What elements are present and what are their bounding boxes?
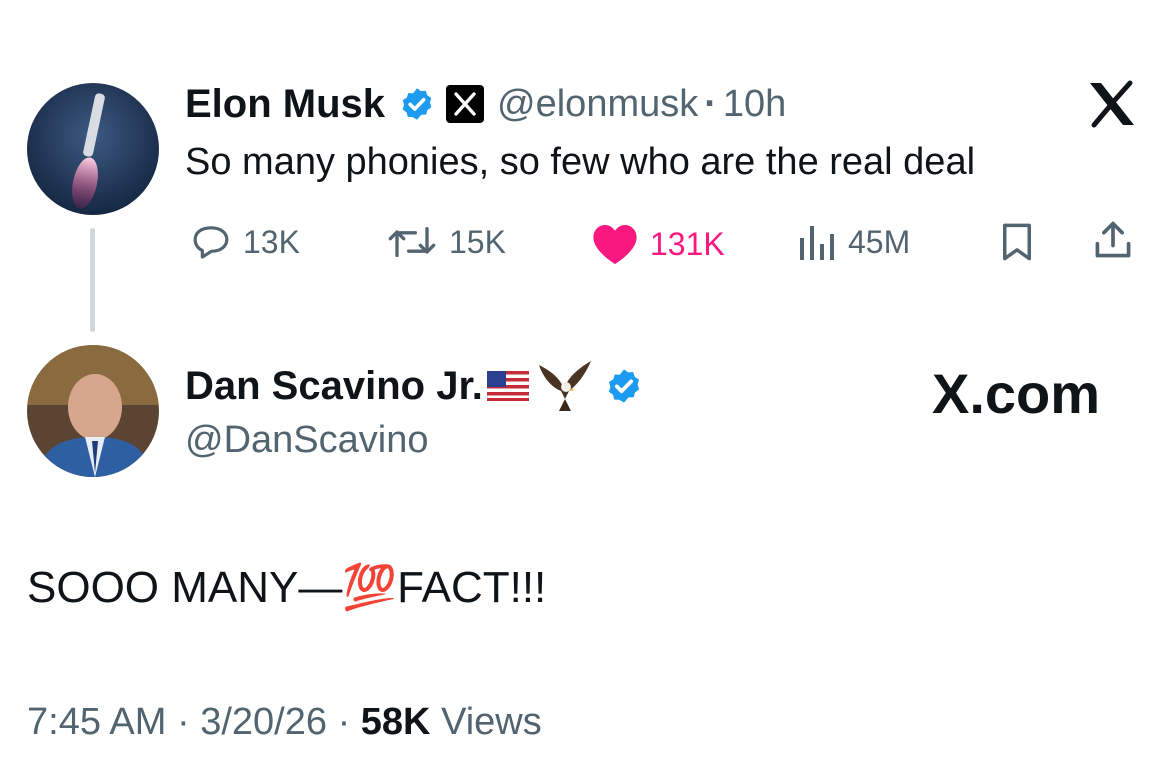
author-name-dan[interactable]: Dan Scavino Jr. [185,366,483,406]
footer-date[interactable]: 3/20/26 [200,701,327,743]
analytics-bar-icon [800,226,834,260]
footer-views-label: Views [441,701,542,743]
repost-count: 15K [449,224,506,260]
x-logo-icon[interactable] [1086,80,1138,128]
verified-badge-icon [402,88,432,120]
view-count: 45M [848,224,911,260]
footer-separator: · [176,701,190,743]
author-name-elon[interactable]: Elon Musk [185,84,385,124]
tweet-text-elon: So many phonies, so few who are the real… [185,141,976,183]
eagle-icon [538,361,591,411]
avatar-dan[interactable] [27,345,159,477]
share-icon[interactable] [1091,218,1135,262]
views-button[interactable]: 45M [798,222,910,262]
like-button[interactable]: 131K [590,222,725,266]
x-affiliate-badge-icon [446,85,485,123]
like-count: 131K [650,226,725,262]
heart-icon [593,225,637,264]
tweet-time[interactable]: 10h [723,85,786,123]
thread-connector-line [90,228,95,332]
footer-separator: · [337,701,351,743]
author-handle-dan[interactable]: @DanScavino [185,421,428,459]
reply-button[interactable]: 13K [189,222,300,262]
tweet-text-dan: SOOO MANY—💯FACT!!! [27,563,547,612]
meta-separator: · [704,83,717,125]
repost-button[interactable]: 15K [385,222,506,262]
avatar-elon[interactable] [27,83,159,215]
author-handle-elon[interactable]: @elonmusk [497,85,698,123]
rocket-avatar-image [27,83,159,215]
verified-badge-icon [608,369,640,403]
footer-views-count[interactable]: 58K [361,701,431,743]
us-flag-icon [486,371,529,401]
portrait-avatar-image [27,345,159,477]
footer-time[interactable]: 7:45 AM [27,701,166,743]
tweet-footer-meta: 7:45 AM · 3/20/26 · 58K Views [27,703,542,741]
reply-count: 13K [243,224,300,260]
repost-icon [388,227,436,257]
reply-icon [193,226,229,259]
bookmark-icon[interactable] [996,220,1038,264]
x-com-brand-label: X.com [932,362,1101,425]
